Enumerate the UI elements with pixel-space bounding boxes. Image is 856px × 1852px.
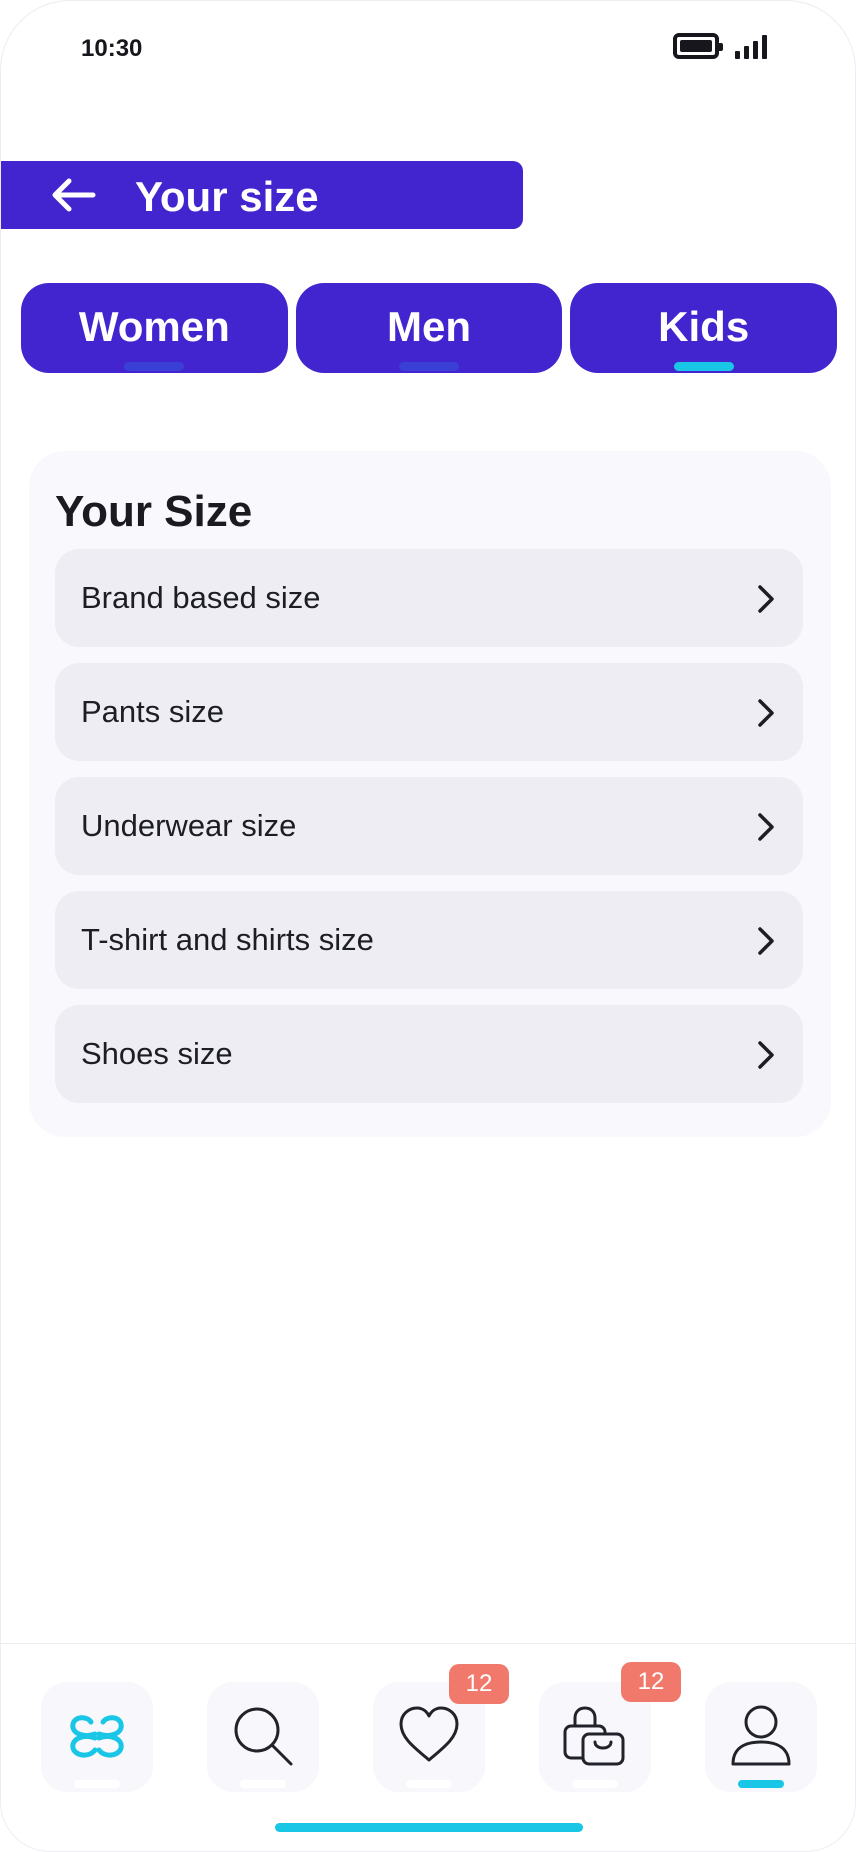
- size-card: Your Size Brand based size Pants size Un…: [29, 451, 831, 1137]
- size-item-label: T-shirt and shirts size: [81, 922, 374, 957]
- favorites-count-badge: 12: [449, 1664, 509, 1704]
- logo-icon: [70, 1715, 124, 1758]
- back-arrow-icon[interactable]: [49, 175, 97, 215]
- bag-count-badge: 12: [621, 1662, 681, 1702]
- nav-indicator: [74, 1780, 120, 1788]
- home-indicator[interactable]: [275, 1823, 583, 1832]
- size-item-underwear[interactable]: Underwear size: [55, 777, 803, 875]
- chevron-right-icon: [758, 1041, 774, 1069]
- nav-home[interactable]: [41, 1682, 153, 1792]
- shopping-bag-icon: [563, 1706, 625, 1766]
- nav-indicator: [406, 1780, 452, 1788]
- size-item-label: Brand based size: [81, 580, 321, 615]
- tab-label: Women: [78, 303, 230, 350]
- battery-icon: [673, 33, 723, 59]
- status-icons: [673, 33, 767, 59]
- tab-indicator: [124, 362, 185, 371]
- size-item-tshirt[interactable]: T-shirt and shirts size: [55, 891, 803, 989]
- chevron-right-icon: [758, 927, 774, 955]
- tab-women[interactable]: Women: [21, 283, 288, 373]
- nav-profile[interactable]: [705, 1682, 817, 1792]
- nav-indicator: [240, 1780, 286, 1788]
- size-item-label: Shoes size: [81, 1036, 233, 1071]
- gender-tabs: Women Men Kids: [21, 283, 838, 373]
- size-item-label: Pants size: [81, 694, 225, 729]
- tab-label: Men: [387, 303, 471, 350]
- chevron-right-icon: [758, 585, 774, 613]
- tab-kids[interactable]: Kids: [570, 283, 838, 373]
- nav-indicator-active: [738, 1780, 784, 1788]
- search-icon: [234, 1707, 293, 1766]
- user-icon: [731, 1705, 791, 1766]
- nav-search[interactable]: [207, 1682, 319, 1792]
- page-title: Your size: [135, 173, 319, 220]
- status-time: 10:30: [81, 35, 143, 62]
- nav-indicator: [572, 1780, 618, 1788]
- card-title: Your Size: [55, 487, 253, 536]
- size-item-brand[interactable]: Brand based size: [55, 549, 803, 647]
- size-item-label: Underwear size: [81, 808, 297, 843]
- heart-icon: [399, 1706, 459, 1762]
- page-header: Your size: [1, 161, 523, 229]
- chevron-right-icon: [758, 813, 774, 841]
- bottom-nav: 12 12: [1, 1643, 855, 1851]
- size-item-pants[interactable]: Pants size: [55, 663, 803, 761]
- signal-icon: [735, 33, 767, 59]
- chevron-right-icon: [758, 699, 774, 727]
- tab-indicator: [399, 362, 459, 371]
- phone-screen: 10:30 Your size Women Men Kids Your Size: [0, 0, 856, 1852]
- tab-indicator-active: [673, 362, 734, 371]
- tab-men[interactable]: Men: [295, 283, 563, 373]
- size-list: Brand based size Pants size Underwear si…: [55, 549, 803, 1119]
- tab-label: Kids: [658, 303, 750, 350]
- size-item-shoes[interactable]: Shoes size: [55, 1005, 803, 1103]
